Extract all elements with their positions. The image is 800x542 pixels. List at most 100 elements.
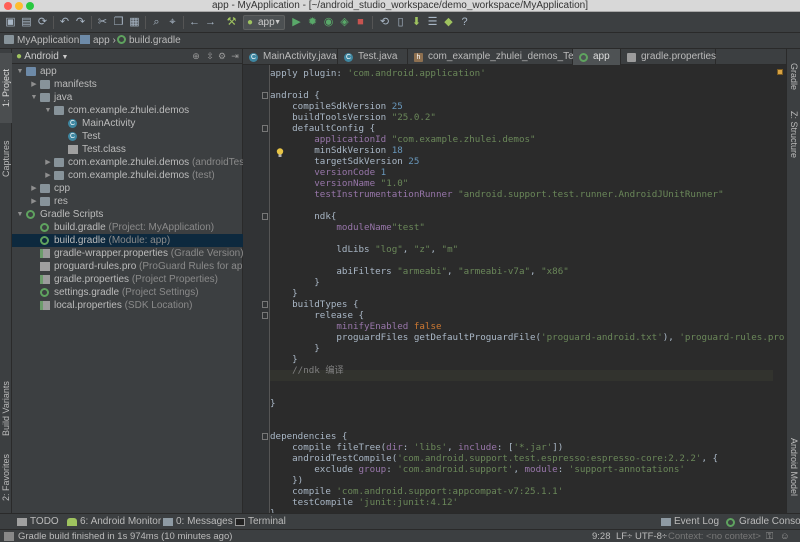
debug-icon[interactable]: ✹	[305, 15, 320, 30]
fold-marker-icon[interactable]	[262, 125, 268, 132]
make-project-icon[interactable]: ⚒	[224, 15, 239, 30]
collapse-all-icon[interactable]: ⇳	[204, 50, 216, 62]
class-icon: C	[68, 119, 77, 128]
code-editor[interactable]: apply plugin: 'com.android.application' a…	[243, 65, 790, 519]
caret-position[interactable]: 9:28	[592, 530, 611, 542]
file-encoding[interactable]: UTF-8÷	[635, 530, 667, 542]
tool-tab-gradle[interactable]: Gradle	[787, 55, 800, 99]
tool-tab-structure[interactable]: Z: Structure	[787, 105, 800, 165]
context-indicator[interactable]: Context: <no context>	[668, 530, 761, 542]
run-icon[interactable]: ▶	[289, 15, 304, 30]
tree-item[interactable]: build.gradle (Module: app)	[12, 234, 243, 247]
fold-marker-icon[interactable]	[262, 301, 268, 308]
gear-icon[interactable]: ⚙	[216, 50, 228, 62]
forward-icon[interactable]: →	[203, 15, 218, 30]
tree-item[interactable]: gradle.properties (Project Properties)	[12, 273, 243, 286]
tree-item-label: proguard-rules.pro (ProGuard Rules for a…	[54, 261, 252, 272]
redo-icon[interactable]: ↷	[73, 15, 88, 30]
tree-collapse-icon[interactable]: ▼	[30, 91, 38, 104]
avd-manager-icon[interactable]: ▯	[393, 15, 408, 30]
breadcrumb-module[interactable]: app ›	[80, 33, 116, 49]
fold-marker-icon[interactable]	[262, 213, 268, 220]
tree-expand-icon[interactable]: ▶	[44, 156, 52, 169]
hector-icon[interactable]: ☺	[780, 530, 790, 542]
breadcrumb-project[interactable]: MyApplication ›	[4, 33, 85, 49]
tree-item[interactable]: ▶ com.example.zhulei.demos (androidTest)	[12, 156, 250, 169]
tree-item[interactable]: Test.class	[12, 143, 243, 156]
tool-tab-android-model[interactable]: Android Model	[787, 427, 800, 507]
tree-item[interactable]: ▼ com.example.zhulei.demos	[12, 104, 243, 117]
tree-item[interactable]: proguard-rules.pro (ProGuard Rules for a…	[12, 260, 251, 273]
lock-icon[interactable]: ⚿	[766, 530, 773, 542]
fold-marker-icon[interactable]	[262, 92, 268, 99]
open-folder-icon[interactable]: ▣	[3, 15, 18, 30]
tree-item[interactable]: ▼ java	[12, 91, 243, 104]
undo-icon[interactable]: ↶	[57, 15, 72, 30]
tool-tab-build-variants[interactable]: Build Variants	[0, 369, 12, 449]
scroll-from-source-icon[interactable]: ⊕	[190, 50, 202, 62]
find-icon[interactable]: ⌕	[149, 15, 164, 30]
back-icon[interactable]: ←	[187, 15, 202, 30]
tool-tab-terminal[interactable]: Terminal	[234, 514, 286, 530]
tree-expand-icon[interactable]: ▶	[30, 195, 38, 208]
tool-tab-todo[interactable]: TODO	[16, 514, 59, 530]
tool-tab-event-log[interactable]: Event Log	[660, 514, 719, 530]
tree-item[interactable]: ▼ Gradle Scripts	[12, 208, 243, 221]
help-icon[interactable]: ?	[457, 15, 472, 30]
tree-item[interactable]: local.properties (SDK Location)	[12, 299, 243, 312]
tool-tab-captures[interactable]: Captures	[0, 129, 12, 189]
sync-icon[interactable]: ⟳	[35, 15, 50, 30]
copy-icon[interactable]: ❐	[111, 15, 126, 30]
tree-expand-icon[interactable]: ▶	[30, 78, 38, 91]
tool-tab-messages[interactable]: 0: Messages	[162, 514, 233, 530]
tree-item[interactable]: ▶ res	[12, 195, 243, 208]
editor-tab[interactable]: gradle.properties	[621, 49, 716, 65]
inspection-status-icon[interactable]	[777, 69, 783, 75]
tool-tab-gradle-console[interactable]: Gradle Console	[725, 514, 800, 530]
tree-collapse-icon[interactable]: ▼	[16, 208, 24, 221]
attach-debugger-icon[interactable]: ◈	[337, 15, 352, 30]
cut-icon[interactable]: ✂	[95, 15, 110, 30]
properties-icon	[40, 301, 50, 310]
tree-expand-icon[interactable]: ▶	[30, 182, 38, 195]
android-device-monitor-icon[interactable]: ☰	[425, 15, 440, 30]
run-configuration-select[interactable]: ● app ▼	[243, 15, 285, 30]
tool-windows-icon[interactable]	[4, 532, 14, 541]
fold-marker-icon[interactable]	[262, 312, 268, 319]
tree-item[interactable]: C Test	[12, 130, 243, 143]
editor-tab[interactable]: app	[573, 49, 621, 65]
tree-item[interactable]: ▼ app	[12, 65, 243, 78]
sync-gradle-icon[interactable]: ⟲	[377, 15, 392, 30]
tree-collapse-icon[interactable]: ▼	[44, 104, 52, 117]
tree-item[interactable]: C MainActivity	[12, 117, 243, 130]
coverage-icon[interactable]: ◉	[321, 15, 336, 30]
tree-item[interactable]: settings.gradle (Project Settings)	[12, 286, 243, 299]
tree-item[interactable]: ▶ manifests	[12, 78, 243, 91]
code-line: proguardFiles getDefaultProguardFile('pr…	[270, 332, 790, 343]
code-line: compile 'com.android.support:appcompat-v…	[270, 486, 564, 497]
stop-icon[interactable]: ■	[353, 15, 368, 30]
tree-collapse-icon[interactable]: ▼	[16, 65, 24, 78]
tool-tab-favorites[interactable]: 2: Favorites	[0, 447, 12, 507]
tree-item[interactable]: ▶ cpp	[12, 182, 243, 195]
editor-tab[interactable]: h com_example_zhulei_demos_Test.h	[408, 49, 590, 65]
breadcrumb-file[interactable]: build.gradle	[117, 33, 181, 49]
project-view-select[interactable]: ● Android ▼	[16, 49, 68, 65]
line-separator[interactable]: LF÷	[616, 530, 632, 542]
android-profiler-icon[interactable]: ◆	[441, 15, 456, 30]
tool-tab-android-monitor[interactable]: 6: Android Monitor	[66, 514, 161, 530]
sdk-manager-icon[interactable]: ⬇	[409, 15, 424, 30]
hide-panel-icon[interactable]: ⇥	[229, 50, 241, 62]
tree-item[interactable]: build.gradle (Project: MyApplication)	[12, 221, 243, 234]
editor-tab[interactable]: C MainActivity.java	[243, 49, 338, 65]
replace-icon[interactable]: ⌖	[165, 15, 180, 30]
save-all-icon[interactable]: ▤	[19, 15, 34, 30]
tree-item[interactable]: gradle-wrapper.properties (Gradle Versio…	[12, 247, 244, 260]
tool-tab-project[interactable]: 1: Project	[0, 53, 12, 123]
tree-item[interactable]: ▶ com.example.zhulei.demos (test)	[12, 169, 243, 182]
tree-expand-icon[interactable]: ▶	[44, 169, 52, 182]
status-message[interactable]: Gradle build finished in 1s 974ms (10 mi…	[18, 530, 232, 542]
paste-icon[interactable]: ▦	[127, 15, 142, 30]
editor-tab[interactable]: C Test.java	[338, 49, 408, 65]
fold-marker-icon[interactable]	[262, 433, 268, 440]
